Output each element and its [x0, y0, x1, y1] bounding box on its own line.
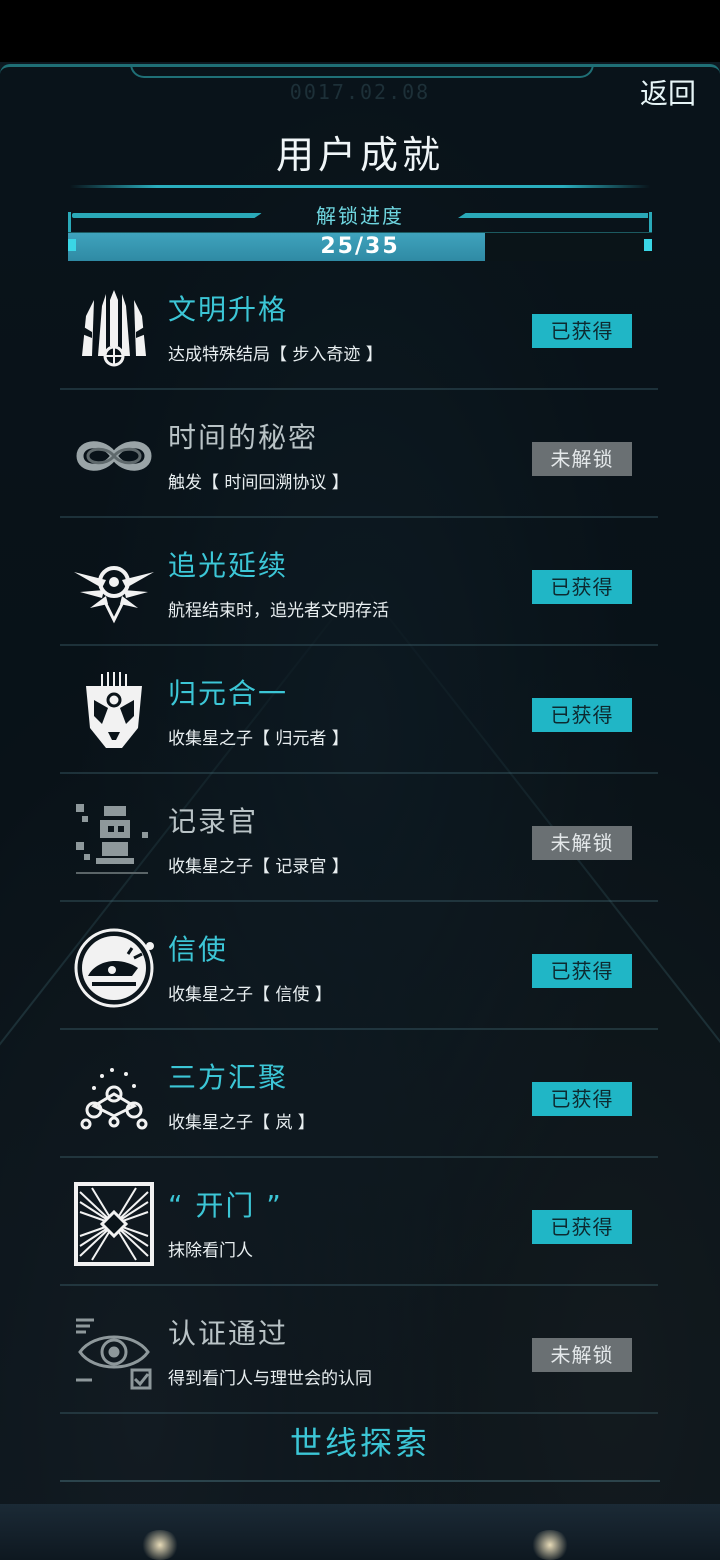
status-badge: 未解锁: [532, 442, 632, 476]
eye-certification-icon: [72, 1310, 156, 1394]
constellation-icon: [72, 1054, 156, 1138]
mask-icon: [72, 670, 156, 754]
achievement-name: “ 开门 ”: [168, 1189, 283, 1222]
footer-divider: [60, 1480, 660, 1482]
achievement-desc: 收集星之子【 岚 】: [168, 1113, 315, 1133]
recorder-icon: [72, 798, 156, 882]
achievement-item[interactable]: 时间的秘密 触发【 时间回溯协议 】 未解锁: [60, 390, 658, 518]
achievement-name: 归元合一: [168, 677, 289, 710]
panel-notch: [130, 64, 594, 78]
page-title: 用户成就: [275, 133, 444, 177]
progress-marker-left: [68, 239, 76, 251]
achievement-name: 三方汇聚: [168, 1061, 289, 1094]
progress-marker-right: [644, 239, 652, 251]
ship-hull-decoration: [0, 1504, 720, 1560]
engine-light: [140, 1530, 180, 1560]
achievement-item[interactable]: 记录官 收集星之子【 记录官 】 未解锁: [60, 774, 658, 902]
progress-label: 解锁进度: [316, 204, 404, 228]
engine-light: [530, 1530, 570, 1560]
achievement-name: 信使: [168, 933, 229, 966]
status-badge: 未解锁: [532, 826, 632, 860]
light-chaser-icon: [72, 542, 156, 626]
worldline-explore-button[interactable]: 世线探索: [0, 1418, 720, 1464]
infinity-icon: [72, 414, 156, 498]
status-bar: [0, 0, 720, 62]
achievement-item[interactable]: “ 开门 ” 抹除看门人 已获得: [60, 1158, 658, 1286]
achievement-desc: 航程结束时，追光者文明存活: [168, 601, 389, 621]
status-badge: 已获得: [532, 314, 632, 348]
achievement-name: 文明升格: [168, 293, 289, 326]
achievement-item[interactable]: 认证通过 得到看门人与理世会的认同 未解锁: [60, 1286, 658, 1414]
progress-text: 25/35: [320, 234, 400, 259]
status-badge: 已获得: [532, 954, 632, 988]
achievement-item[interactable]: 文明升格 达成特殊结局【 步入奇迹 】 已获得: [60, 262, 658, 390]
status-badge: 已获得: [532, 698, 632, 732]
achievement-name: 认证通过: [168, 1317, 289, 1350]
achievement-item[interactable]: 信使 收集星之子【 信使 】 已获得: [60, 902, 658, 1030]
achievement-item[interactable]: 追光延续 航程结束时，追光者文明存活 已获得: [60, 518, 658, 646]
achievement-desc: 达成特殊结局【 步入奇迹 】: [168, 345, 383, 365]
achievement-name: 时间的秘密: [168, 421, 319, 454]
messenger-ship-icon: [72, 926, 156, 1010]
title-divider: [70, 185, 650, 188]
status-badge: 已获得: [532, 1082, 632, 1116]
achievement-desc: 抹除看门人: [168, 1241, 253, 1261]
achievement-name: 记录官: [168, 805, 259, 838]
winged-emblem-icon: [72, 286, 156, 370]
back-button[interactable]: 返回: [640, 72, 696, 112]
achievement-desc: 得到看门人与理世会的认同: [168, 1369, 372, 1389]
achievement-item[interactable]: 归元合一 收集星之子【 归元者 】 已获得: [60, 646, 658, 774]
gate-icon: [72, 1182, 156, 1266]
achievement-desc: 收集星之子【 信使 】: [168, 985, 332, 1005]
achievement-list: 文明升格 达成特殊结局【 步入奇迹 】 已获得 时间的秘密 触发【 时间回溯协议…: [60, 262, 658, 1414]
game-date: 0017.02.08: [289, 80, 431, 104]
status-badge: 未解锁: [532, 1338, 632, 1372]
achievement-desc: 收集星之子【 归元者 】: [168, 729, 349, 749]
achievement-desc: 触发【 时间回溯协议 】: [168, 473, 349, 493]
status-badge: 已获得: [532, 1210, 632, 1244]
progress-bar: 25/35: [68, 232, 652, 261]
achievement-name: 追光延续: [168, 549, 289, 582]
achievement-desc: 收集星之子【 记录官 】: [168, 857, 349, 877]
status-badge: 已获得: [532, 570, 632, 604]
unlock-progress: 解锁进度 25/35: [68, 204, 652, 261]
achievement-item[interactable]: 三方汇聚 收集星之子【 岚 】 已获得: [60, 1030, 658, 1158]
